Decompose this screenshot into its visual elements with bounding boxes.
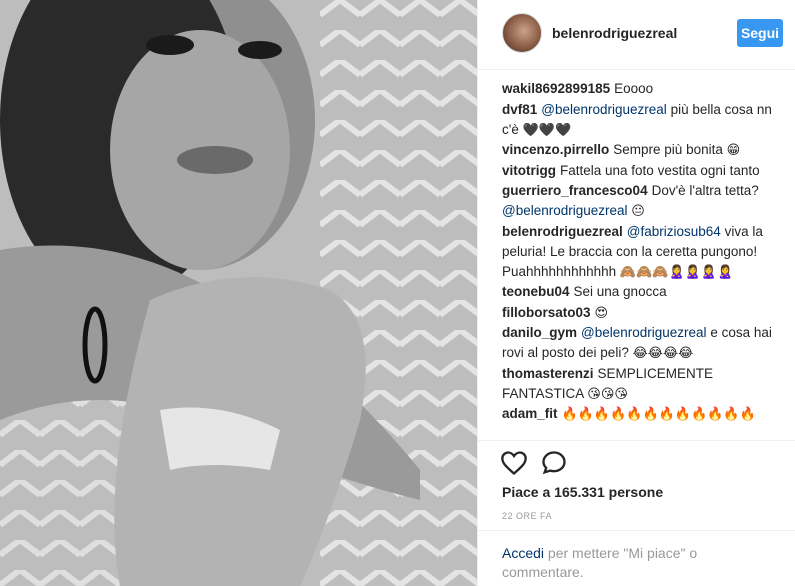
comment: thomasterenzi SEMPLICEMENTE FANTASTICA 😘😘…	[502, 364, 786, 404]
comment-mention[interactable]: @belenrodriguezreal	[541, 102, 667, 117]
comment-emoji: 😘😘😘	[587, 385, 628, 401]
post-photo[interactable]	[0, 0, 477, 586]
comment-user[interactable]: wakil8692899185	[502, 81, 610, 96]
comment: adam_fit 🔥🔥🔥🔥🔥🔥🔥🔥🔥🔥🔥🔥	[502, 404, 786, 424]
post-timestamp: 22 ORE FA	[502, 511, 553, 521]
comment: teonebu04 Sei una gnocca	[502, 282, 786, 302]
comment-emoji: 🙈🙈🙈🙎‍♀️🙎‍♀️🙎‍♀️🙎‍♀️	[619, 263, 734, 279]
comment-mention[interactable]: @fabriziosub64	[627, 224, 721, 239]
avatar[interactable]	[502, 13, 542, 53]
comment-emoji: 😁	[726, 142, 741, 157]
comment-emoji: 😂😂😂😂	[632, 345, 694, 360]
comment-user[interactable]: adam_fit	[502, 406, 558, 421]
comment-emoji: 😐	[631, 203, 645, 218]
comment-emoji: 🖤🖤🖤	[522, 121, 572, 137]
login-text: Accedi per mettere "Mi piace" o commenta…	[502, 544, 752, 582]
comment-text: Sei una gnocca	[573, 284, 667, 299]
comment-user[interactable]: danilo_gym	[502, 325, 577, 340]
post-side-panel: belenrodriguezreal Segui wakil8692899185…	[477, 0, 795, 586]
comment-user[interactable]: dvf81	[502, 102, 537, 117]
comment: danilo_gym @belenrodriguezreal e cosa hai…	[502, 323, 786, 363]
photo-illustration	[0, 0, 477, 586]
follow-button[interactable]: Segui	[737, 19, 783, 47]
heart-icon[interactable]	[500, 449, 528, 477]
likes-count[interactable]: Piace a 165.331 persone	[502, 484, 663, 500]
comment-user[interactable]: vincenzo.pirrello	[502, 142, 609, 157]
comment-user[interactable]: vitotrigg	[502, 163, 556, 178]
comment-text: Sempre più bonita	[613, 142, 723, 157]
comment-emoji: 🔥🔥🔥🔥🔥🔥🔥🔥🔥🔥🔥🔥	[561, 406, 756, 421]
comment: filloborsato03 😍	[502, 303, 786, 323]
comment-emoji: 😍	[594, 304, 609, 320]
post-header: belenrodriguezreal Segui	[478, 0, 795, 70]
comment-text: Dov'è l'altra tetta?	[651, 183, 759, 198]
comment: vincenzo.pirrello Sempre più bonita 😁	[502, 140, 786, 160]
comment-user[interactable]: teonebu04	[502, 284, 570, 299]
comment-bubble-icon[interactable]	[540, 449, 568, 477]
comment-text: Fattela una foto vestita ogni tanto	[560, 162, 760, 178]
comment-user[interactable]: filloborsato03	[502, 305, 591, 320]
login-prompt: Accedi per mettere "Mi piace" o commenta…	[478, 530, 795, 586]
comment: wakil8692899185 Eoooo	[502, 79, 786, 99]
comment: vitotrigg Fattela una foto vestita ogni t…	[502, 161, 786, 181]
comment-mention[interactable]: @belenrodriguezreal	[581, 325, 707, 340]
login-link[interactable]: Accedi	[502, 545, 544, 561]
comments-list[interactable]: wakil8692899185 Eoooo dvf81 @belenrodrigue…	[502, 79, 786, 439]
comment-text: Eoooo	[614, 81, 654, 96]
comment: dvf81 @belenrodriguezreal più bella cosa …	[502, 100, 786, 140]
post-username[interactable]: belenrodriguezreal	[552, 25, 677, 41]
comment-user[interactable]: thomasterenzi	[502, 366, 594, 381]
comment-user[interactable]: guerriero_francesco04	[502, 183, 648, 198]
comment: guerriero_francesco04 Dov'è l'altra tetta…	[502, 181, 786, 221]
comment-mention[interactable]: @belenrodriguezreal	[502, 203, 628, 218]
comment: belenrodriguezreal @fabriziosub64 viva la…	[502, 222, 786, 282]
comment-user[interactable]: belenrodriguezreal	[502, 224, 623, 239]
